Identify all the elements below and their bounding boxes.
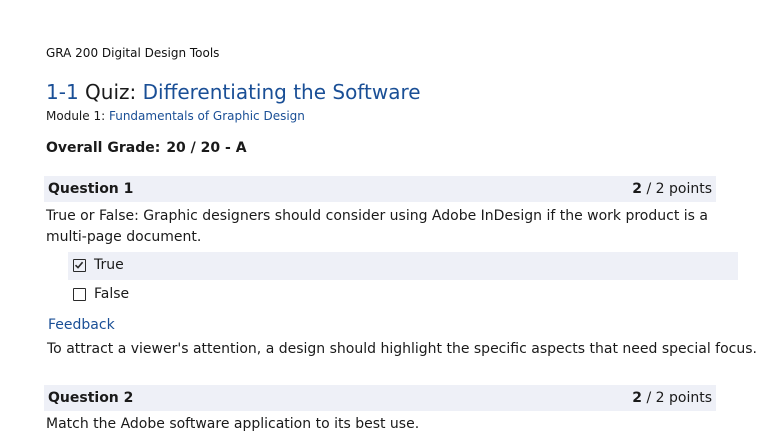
answer-option-label: False	[94, 286, 130, 302]
question-label: Question 1	[48, 181, 134, 197]
module-breadcrumb: Module 1: Fundamentals of Graphic Design	[46, 109, 305, 123]
module-link[interactable]: Fundamentals of Graphic Design	[109, 109, 305, 123]
question-points: 2 / 2 points	[632, 181, 712, 197]
question-header: Question 2 2 / 2 points	[44, 385, 716, 411]
question-text: Match the Adobe software application to …	[46, 416, 420, 432]
grade-label: Overall Grade:	[46, 140, 161, 156]
question-points: 2 / 2 points	[632, 390, 712, 406]
answer-option: False	[68, 281, 738, 309]
checkbox-unchecked-icon	[73, 288, 86, 301]
answer-option: True	[68, 252, 738, 280]
feedback-text: To attract a viewer's attention, a desig…	[47, 341, 757, 357]
page-title: 1-1 Quiz: Differentiating the Software	[46, 79, 421, 105]
checkbox-checked-icon	[73, 259, 86, 272]
module-label: Module 1:	[46, 109, 106, 123]
question-label: Question 2	[48, 390, 134, 406]
feedback-heading: Feedback	[48, 317, 115, 333]
grade-value: 20 / 20 - A	[166, 140, 247, 156]
answer-option-label: True	[94, 257, 124, 273]
question-points-total: / 2 points	[646, 390, 712, 406]
quiz-number: 1-1	[46, 80, 79, 104]
quiz-word: Quiz:	[85, 80, 137, 104]
overall-grade: Overall Grade: 20 / 20 - A	[46, 140, 247, 156]
question-text: True or False: Graphic designers should …	[46, 208, 708, 245]
question-points-total: / 2 points	[646, 181, 712, 197]
question-score: 2	[632, 390, 643, 406]
quiz-name: Differentiating the Software	[142, 80, 421, 104]
course-title: GRA 200 Digital Design Tools	[46, 46, 220, 60]
question-header: Question 1 2 / 2 points	[44, 176, 716, 202]
question-score: 2	[632, 181, 643, 197]
